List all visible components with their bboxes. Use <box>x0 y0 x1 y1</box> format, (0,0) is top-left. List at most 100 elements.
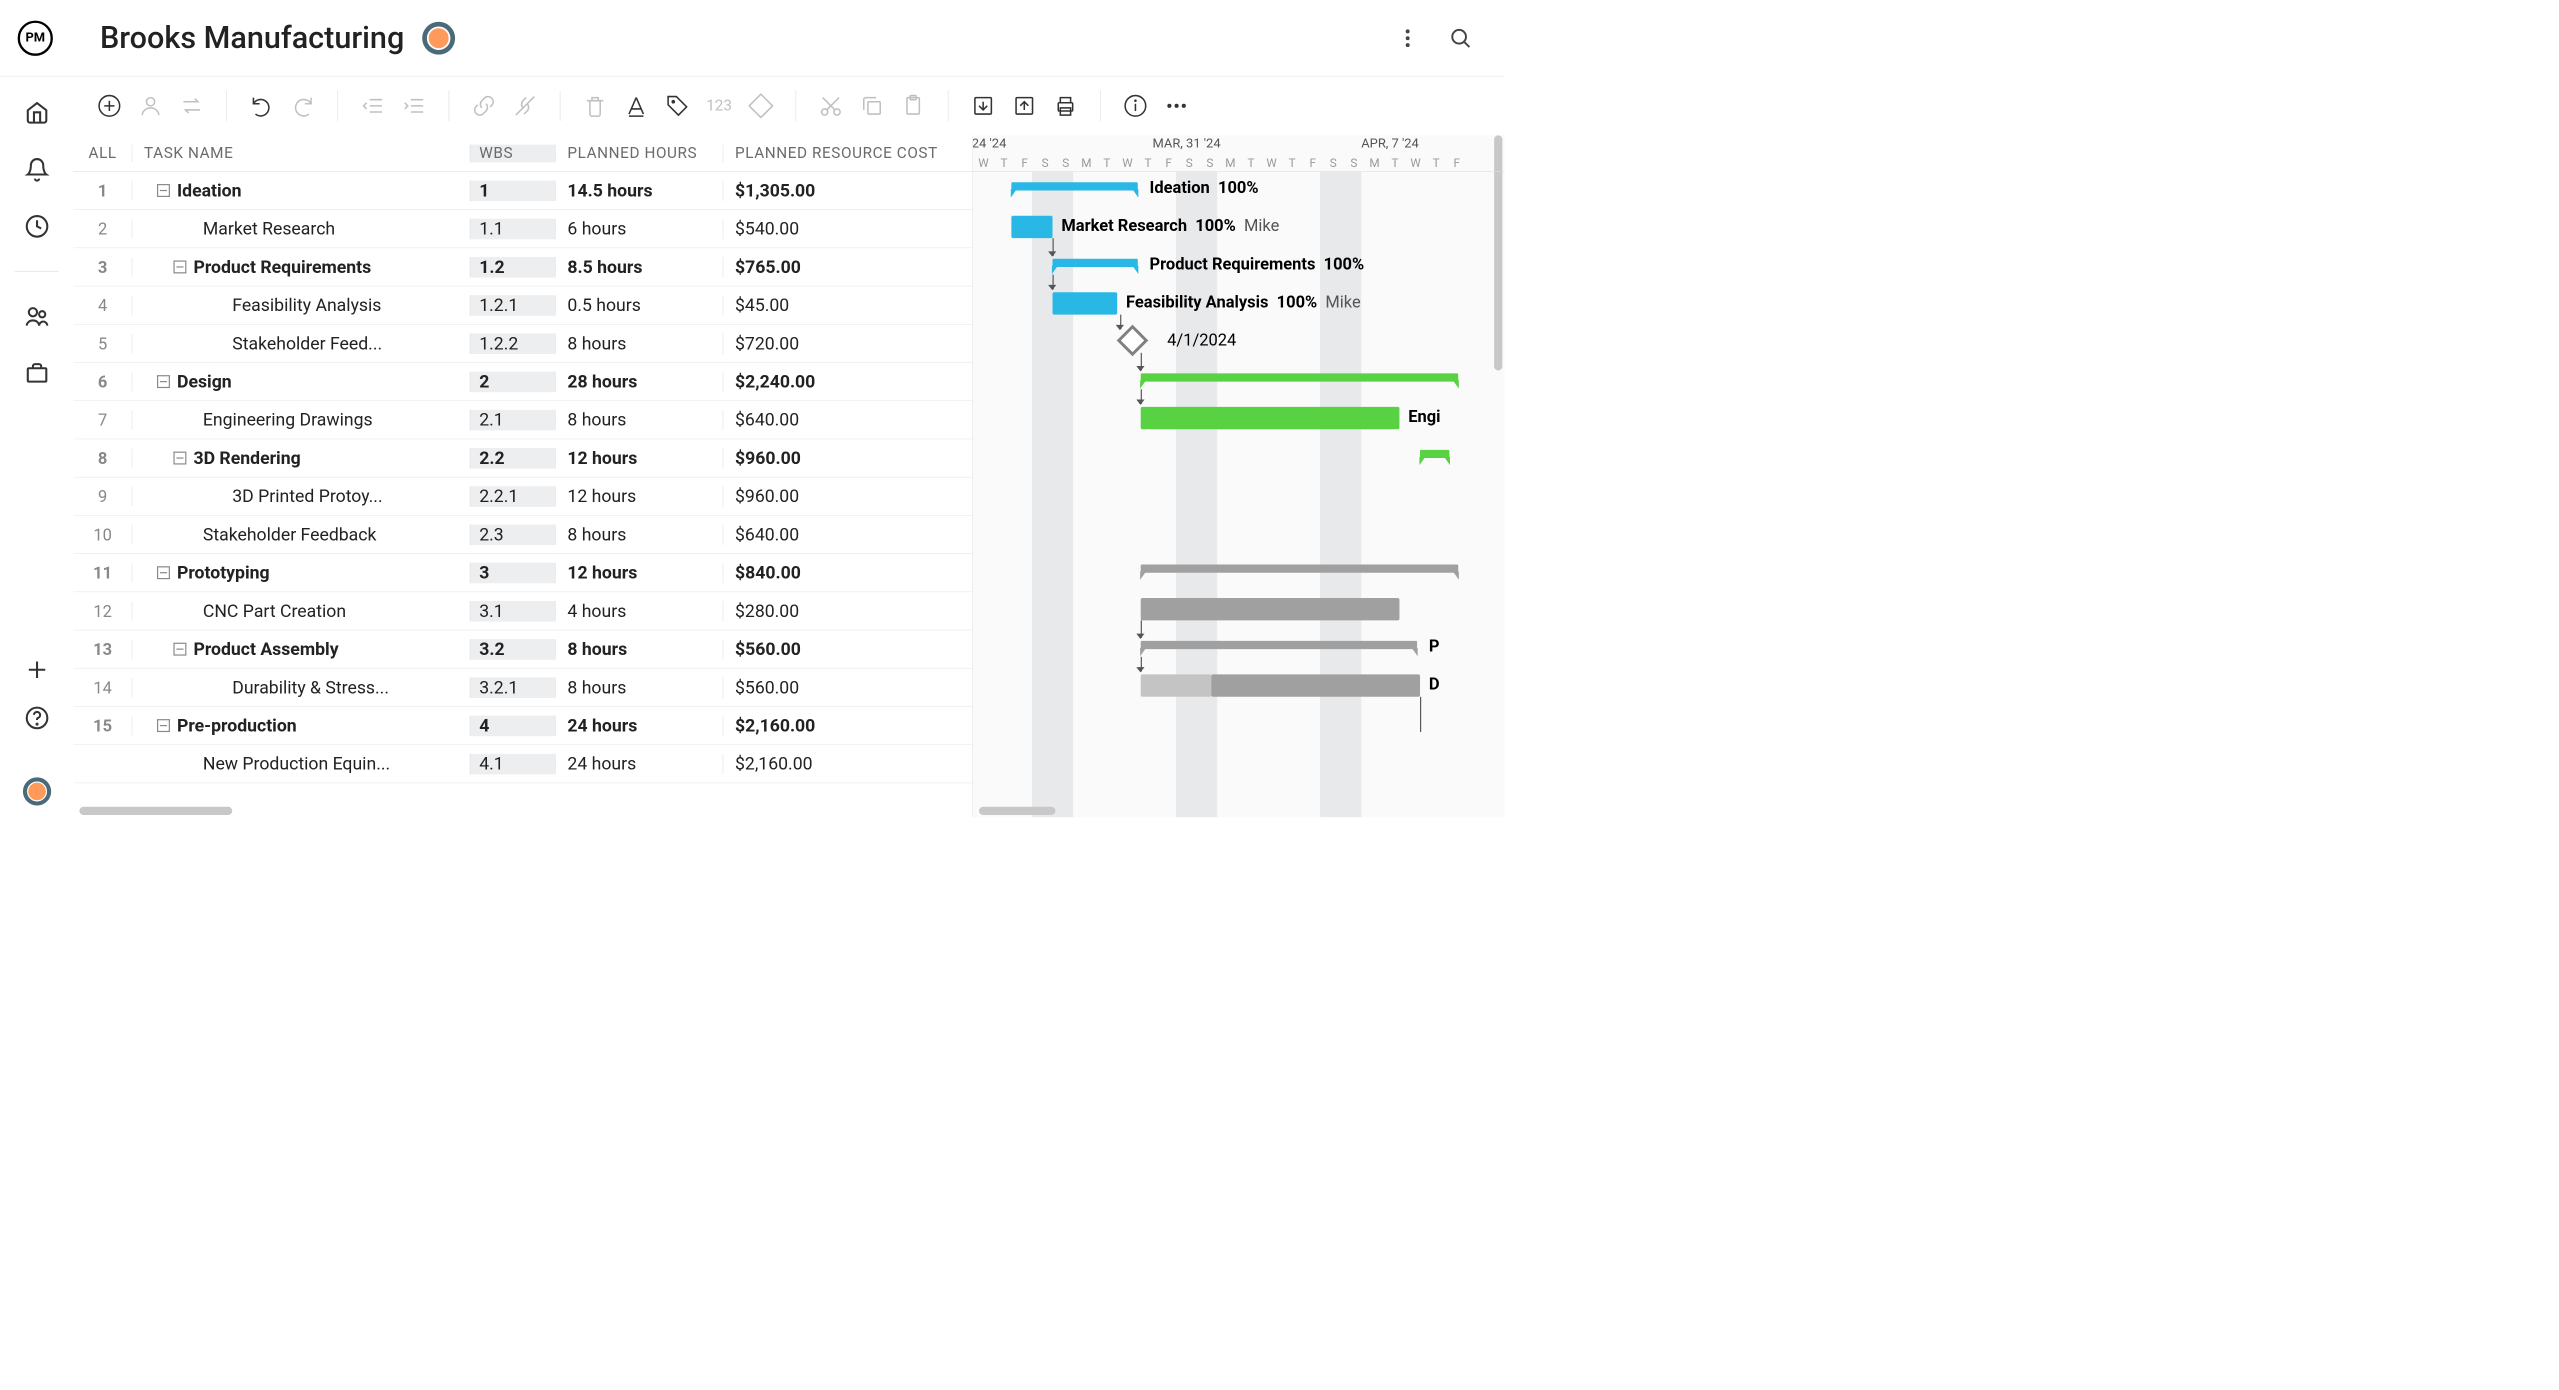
cell-taskname[interactable]: Durability & Stress... <box>132 677 470 698</box>
users-icon[interactable] <box>24 304 49 329</box>
collapse-icon[interactable] <box>157 375 170 388</box>
gantt-bar-ideation[interactable] <box>1011 182 1137 190</box>
link-icon[interactable] <box>472 93 497 118</box>
more-horizontal-icon[interactable] <box>1164 93 1189 118</box>
copy-icon[interactable] <box>860 93 885 118</box>
cell-taskname[interactable]: CNC Part Creation <box>132 601 470 622</box>
gantt-bar-eng-drawings[interactable] <box>1141 407 1400 429</box>
logo-icon[interactable]: PM <box>18 20 53 55</box>
gantt-bar-assembly[interactable] <box>1141 641 1417 649</box>
cell-taskname[interactable]: Product Assembly <box>132 639 470 660</box>
collapse-icon[interactable] <box>173 643 186 656</box>
text-icon[interactable] <box>624 93 649 118</box>
table-row[interactable]: 4Feasibility Analysis1.2.10.5 hours$45.0… <box>74 286 973 324</box>
cell-wbs: 3.2 <box>470 639 555 660</box>
home-icon[interactable] <box>24 100 49 125</box>
cell-taskname[interactable]: 3D Printed Protoy... <box>132 486 470 507</box>
cell-taskname[interactable]: Ideation <box>132 180 470 201</box>
gantt-bar-prototyping[interactable] <box>1141 564 1459 572</box>
gantt-bar-cnc[interactable] <box>1141 598 1400 620</box>
table-row[interactable]: 13Product Assembly3.28 hours$560.00 <box>74 630 973 668</box>
cell-taskname[interactable]: Market Research <box>132 218 470 239</box>
row-number: 4 <box>74 295 133 314</box>
gantt-bar-feasibility[interactable] <box>1053 292 1118 314</box>
search-icon[interactable] <box>1449 26 1473 50</box>
cell-taskname[interactable]: Stakeholder Feed... <box>132 333 470 354</box>
gantt-bar-market-research[interactable] <box>1011 216 1052 238</box>
cell-taskname[interactable]: Prototyping <box>132 562 470 583</box>
gantt-bar-durability[interactable] <box>1141 674 1212 696</box>
tag-icon[interactable] <box>665 93 690 118</box>
table-row[interactable]: New Production Equin...4.124 hours$2,160… <box>74 745 973 783</box>
table-row[interactable]: 15Pre-production424 hours$2,160.00 <box>74 707 973 745</box>
table-row[interactable]: 12CNC Part Creation3.14 hours$280.00 <box>74 592 973 630</box>
export-icon[interactable] <box>1012 93 1037 118</box>
col-cost[interactable]: PLANNED RESOURCE COST <box>723 144 973 162</box>
table-row[interactable]: 93D Printed Protoy...2.2.112 hours$960.0… <box>74 477 973 515</box>
milestone-icon[interactable] <box>748 93 773 118</box>
cell-taskname[interactable]: Stakeholder Feedback <box>132 524 470 545</box>
undo-icon[interactable] <box>249 93 274 118</box>
clock-icon[interactable] <box>24 214 49 239</box>
gantt-body[interactable]: Ideation100% Market Research100%Mike Pro… <box>973 172 1505 818</box>
collapse-icon[interactable] <box>173 260 186 273</box>
collapse-icon[interactable] <box>157 719 170 732</box>
gantt-bar-product-req[interactable] <box>1053 259 1138 267</box>
import-icon[interactable] <box>971 93 996 118</box>
cell-taskname[interactable]: Engineering Drawings <box>132 410 470 431</box>
table-row[interactable]: 1Ideation114.5 hours$1,305.00 <box>74 172 973 210</box>
gantt-chart[interactable]: AR, 24 '24MAR, 31 '24APR, 7 '24WTFSSMTWT… <box>973 135 1505 817</box>
table-row[interactable]: 83D Rendering2.212 hours$960.00 <box>74 439 973 477</box>
user-avatar[interactable] <box>23 777 51 805</box>
more-vertical-icon[interactable] <box>1396 26 1420 50</box>
gantt-bar-design[interactable] <box>1141 373 1459 381</box>
table-row[interactable]: 5Stakeholder Feed...1.2.28 hours$720.00 <box>74 325 973 363</box>
gantt-day-label: S <box>1055 156 1076 170</box>
row-number: 7 <box>74 410 133 429</box>
trash-icon[interactable] <box>583 93 608 118</box>
gantt-link <box>1141 620 1142 638</box>
indent-icon[interactable] <box>402 93 427 118</box>
cell-taskname[interactable]: New Production Equin... <box>132 754 470 775</box>
gantt-label-eng: Engi <box>1408 407 1440 426</box>
col-taskname[interactable]: TASK NAME <box>132 144 470 162</box>
add-icon[interactable] <box>97 93 122 118</box>
cell-taskname[interactable]: Pre-production <box>132 715 470 736</box>
plus-icon[interactable] <box>24 657 49 682</box>
collapse-icon[interactable] <box>157 184 170 197</box>
gantt-bar-3d[interactable] <box>1420 450 1449 458</box>
help-icon[interactable] <box>24 706 49 731</box>
table-row[interactable]: 11Prototyping312 hours$840.00 <box>74 554 973 592</box>
table-row[interactable]: 10Stakeholder Feedback2.38 hours$640.00 <box>74 516 973 554</box>
gantt-bar-durability-2[interactable] <box>1211 674 1420 696</box>
gantt-link <box>1053 238 1054 256</box>
briefcase-icon[interactable] <box>24 361 49 386</box>
info-icon[interactable] <box>1123 93 1148 118</box>
cell-taskname[interactable]: Feasibility Analysis <box>132 295 470 316</box>
person-icon[interactable] <box>138 93 163 118</box>
unlink-icon[interactable] <box>513 93 538 118</box>
paste-icon[interactable] <box>901 93 926 118</box>
redo-icon[interactable] <box>290 93 315 118</box>
table-row[interactable]: 14Durability & Stress...3.2.18 hours$560… <box>74 669 973 707</box>
collapse-icon[interactable] <box>157 566 170 579</box>
table-row[interactable]: 3Product Requirements1.28.5 hours$765.00 <box>74 248 973 286</box>
project-avatar[interactable] <box>422 21 455 54</box>
cell-taskname[interactable]: 3D Rendering <box>132 448 470 469</box>
col-all[interactable]: ALL <box>74 144 133 162</box>
table-row[interactable]: 7Engineering Drawings2.18 hours$640.00 <box>74 401 973 439</box>
table-hscroll[interactable] <box>74 804 973 817</box>
cell-taskname[interactable]: Product Requirements <box>132 257 470 278</box>
cell-taskname[interactable]: Design <box>132 371 470 392</box>
cut-icon[interactable] <box>818 93 843 118</box>
bell-icon[interactable] <box>24 157 49 182</box>
outdent-icon[interactable] <box>360 93 385 118</box>
print-icon[interactable] <box>1053 93 1078 118</box>
table-row[interactable]: 6Design228 hours$2,240.00 <box>74 363 973 401</box>
collapse-icon[interactable] <box>173 452 186 465</box>
swap-icon[interactable] <box>179 93 204 118</box>
col-hours[interactable]: PLANNED HOURS <box>555 144 723 162</box>
gantt-hscroll[interactable] <box>979 807 1055 815</box>
col-wbs[interactable]: WBS <box>470 144 555 162</box>
table-row[interactable]: 2Market Research1.16 hours$540.00 <box>74 210 973 248</box>
